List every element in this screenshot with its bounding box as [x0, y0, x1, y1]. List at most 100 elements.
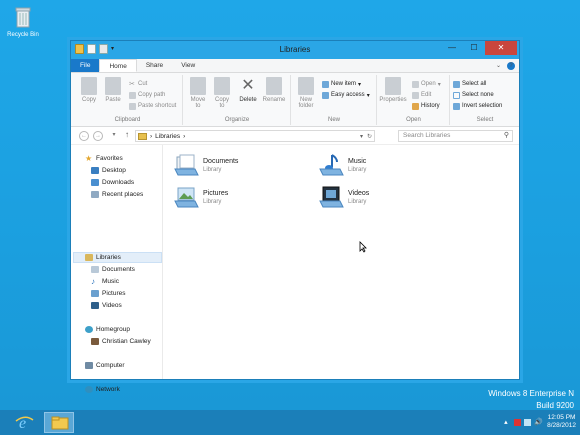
copy-button[interactable]: Copy — [77, 77, 101, 103]
volume-icon[interactable]: 🔊 — [534, 419, 543, 426]
organize-group: Move to Copy to ✕ Delete Rename Organize — [184, 75, 291, 125]
taskbar-clock[interactable]: 12:05 PM 8/28/2012 — [547, 414, 576, 430]
new-item-icon — [322, 80, 329, 88]
taskbar-file-explorer[interactable] — [44, 412, 74, 433]
recycle-bin[interactable]: Recycle Bin — [6, 6, 40, 38]
help-icon[interactable]: ? — [507, 61, 515, 70]
history-button[interactable]: History — [412, 101, 440, 111]
search-input[interactable]: Search Libraries ⚲ — [398, 130, 513, 142]
copy-path-icon — [129, 91, 136, 99]
nav-downloads[interactable]: Downloads — [91, 177, 134, 188]
nav-computer[interactable]: Computer — [85, 360, 125, 371]
clipboard-group-label: Clipboard — [114, 117, 141, 123]
properties-button[interactable]: Properties — [378, 77, 408, 103]
library-item-videos[interactable]: Videos Library — [319, 185, 369, 209]
show-hidden-icons-icon[interactable]: ▴ — [504, 419, 511, 426]
maximize-button[interactable]: ☐ — [463, 41, 485, 55]
open-button[interactable]: Open ▾ — [412, 79, 441, 89]
tab-share[interactable]: Share — [137, 59, 172, 72]
library-name: Pictures — [203, 189, 229, 197]
forward-button[interactable]: → — [93, 131, 103, 141]
computer-icon — [85, 362, 93, 369]
system-tray: ▴ 🔊 12:05 PM 8/28/2012 — [504, 414, 576, 430]
library-type: Library — [203, 198, 222, 205]
close-button[interactable]: ✕ — [485, 41, 517, 55]
paste-button[interactable]: Paste — [101, 77, 125, 103]
content-area: Documents Library Music Library Pictures… — [164, 145, 519, 379]
select-none-button[interactable]: Select none — [453, 90, 494, 100]
rename-icon — [266, 77, 282, 95]
back-button[interactable]: ← — [79, 131, 89, 141]
edit-icon — [412, 91, 419, 99]
invert-selection-icon — [453, 102, 460, 110]
up-arrow-icon[interactable]: ↑ — [125, 130, 129, 139]
copy-to-button[interactable]: Copy to — [210, 77, 234, 109]
nav-videos[interactable]: Videos — [91, 300, 122, 311]
tab-home[interactable]: Home — [99, 59, 137, 72]
library-item-music[interactable]: Music Library — [319, 153, 366, 177]
file-explorer-icon — [51, 416, 69, 430]
paste-shortcut-button[interactable]: Paste shortcut — [129, 101, 176, 111]
nav-favorites[interactable]: ★ Favorites — [85, 153, 123, 164]
address-bar[interactable]: › Libraries › ▾ ↻ — [135, 130, 375, 142]
easy-access-button[interactable]: Easy access ▾ — [322, 90, 370, 100]
nav-documents[interactable]: Documents — [91, 264, 135, 275]
action-center-flag-icon[interactable] — [514, 418, 522, 426]
nav-homegroup[interactable]: Homegroup — [85, 324, 130, 335]
tab-view[interactable]: View — [172, 59, 204, 72]
library-item-pictures[interactable]: Pictures Library — [174, 185, 228, 209]
window-controls: — ☐ ✕ — [441, 41, 517, 55]
taskbar-internet-explorer[interactable]: e — [10, 412, 40, 433]
library-type: Library — [203, 166, 222, 173]
ribbon-collapse-icon[interactable]: ⌄ — [496, 62, 501, 69]
copy-path-button[interactable]: Copy path — [129, 90, 165, 100]
delete-button[interactable]: ✕ Delete — [236, 77, 260, 103]
copy-icon — [81, 77, 97, 95]
chevron-down-icon: ▾ — [366, 92, 370, 99]
star-icon: ★ — [85, 154, 93, 163]
select-all-button[interactable]: Select all — [453, 79, 486, 89]
explorer-window: ▾ Libraries — ☐ ✕ File Home Share View ⌄… — [70, 40, 520, 393]
scissors-icon: ✂ — [129, 80, 135, 88]
select-group-label: Select — [476, 117, 494, 123]
libraries-icon — [85, 254, 93, 261]
invert-selection-button[interactable]: Invert selection — [453, 101, 502, 111]
nav-libraries[interactable]: Libraries — [85, 252, 121, 263]
ribbon-tabs: File Home Share View ⌄ ? — [71, 59, 519, 73]
clock-time: 12:05 PM — [547, 414, 576, 421]
pictures-icon — [91, 290, 99, 297]
nav-desktop[interactable]: Desktop — [91, 165, 126, 176]
select-none-icon — [453, 91, 460, 99]
nav-network[interactable]: Network — [85, 384, 120, 395]
chevron-right-icon[interactable]: › — [183, 133, 185, 140]
new-group-label: New — [327, 117, 340, 123]
watermark-edition: Windows 8 Enterprise N — [488, 389, 574, 398]
library-item-documents[interactable]: Documents Library — [174, 153, 238, 177]
minimize-button[interactable]: — — [441, 41, 463, 55]
nav-christian-cawley[interactable]: Christian Cawley — [91, 336, 151, 347]
title-bar[interactable]: ▾ Libraries — ☐ ✕ — [71, 41, 519, 59]
rename-button[interactable]: Rename — [262, 77, 286, 103]
library-type: Library — [348, 198, 367, 205]
search-placeholder: Search Libraries — [403, 132, 451, 139]
refresh-icon[interactable]: ↻ — [367, 133, 372, 140]
chevron-down-icon[interactable]: ▾ — [360, 133, 363, 140]
tab-file[interactable]: File — [71, 59, 100, 72]
search-icon[interactable]: ⚲ — [504, 131, 509, 141]
internet-explorer-icon: e — [15, 415, 34, 432]
new-folder-button[interactable]: New folder — [294, 77, 318, 109]
desktop-icon — [91, 167, 99, 174]
select-all-icon — [453, 80, 460, 88]
network-icon[interactable] — [524, 418, 532, 426]
move-to-button[interactable]: Move to — [186, 77, 210, 109]
organize-group-label: Organize — [224, 117, 250, 123]
nav-recent-places[interactable]: Recent places — [91, 189, 143, 200]
recent-locations-button[interactable]: ▾ — [109, 131, 119, 141]
cut-button[interactable]: ✂ Cut — [129, 79, 147, 89]
new-item-button[interactable]: New item ▾ — [322, 79, 361, 89]
edit-button[interactable]: Edit — [412, 90, 431, 100]
nav-music[interactable]: ♪ Music — [91, 276, 119, 287]
breadcrumb-libraries[interactable]: Libraries — [155, 133, 180, 140]
taskbar: e ▴ 🔊 12:05 PM 8/28/2012 — [0, 410, 580, 435]
nav-pictures[interactable]: Pictures — [91, 288, 125, 299]
